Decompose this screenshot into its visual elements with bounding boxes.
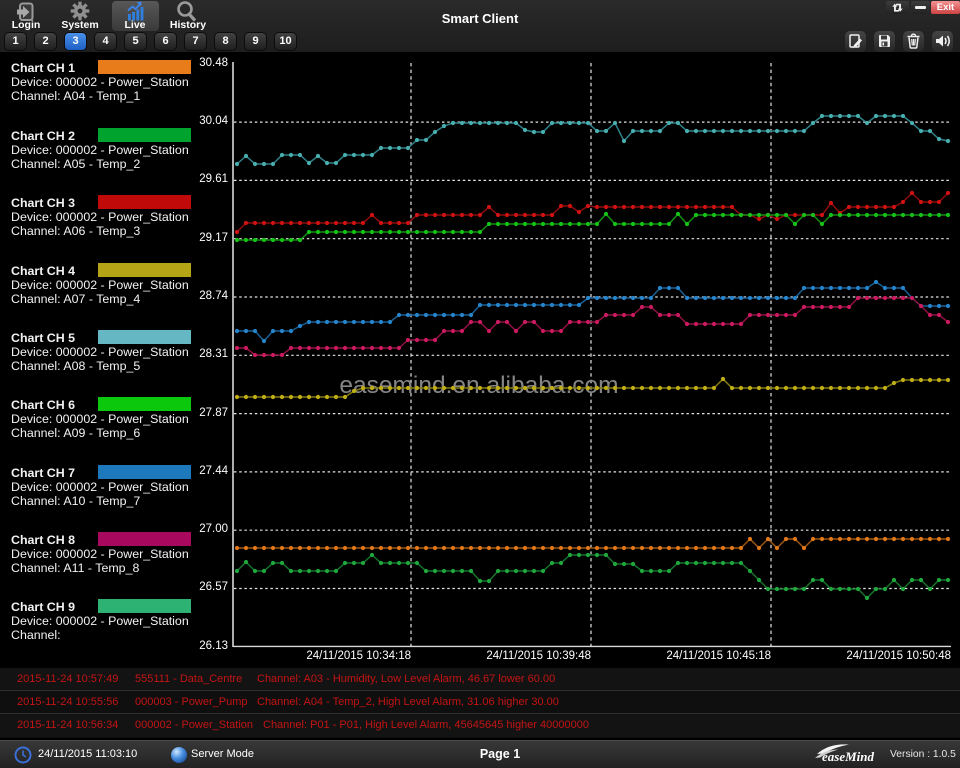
svg-text:easemind.en.alibaba.com: easemind.en.alibaba.com	[339, 372, 618, 399]
svg-text:easeMind: easeMind	[822, 749, 875, 764]
